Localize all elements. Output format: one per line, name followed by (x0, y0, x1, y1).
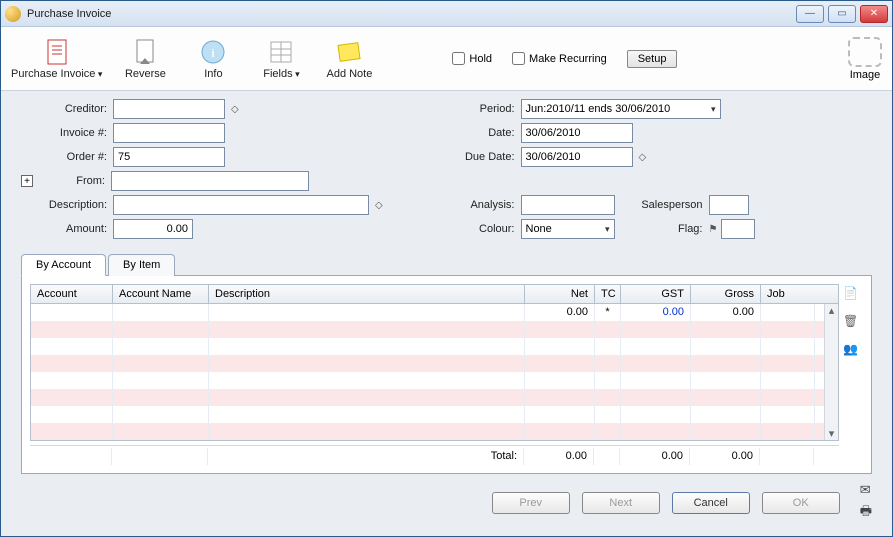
print-icon[interactable]: 🖶 (860, 502, 872, 524)
app-icon (5, 6, 21, 22)
tab-by-item[interactable]: By Item (108, 254, 175, 276)
footer: Prev Next Cancel OK ✉ 🖶 (1, 474, 892, 536)
creditor-lookup-icon[interactable]: ◇ (231, 104, 239, 115)
line-items-grid[interactable]: Account Account Name Description Net TC … (30, 284, 839, 465)
table-row[interactable]: 0.00 * 0.00 0.00 (31, 304, 824, 321)
delete-row-icon[interactable]: 🗑 (843, 314, 859, 330)
table-row[interactable] (31, 423, 824, 440)
window-title: Purchase Invoice (27, 8, 796, 20)
mail-icon[interactable]: ✉ (860, 482, 872, 498)
amount-input[interactable] (113, 219, 193, 239)
col-gst[interactable]: GST (621, 285, 691, 303)
table-row[interactable] (31, 389, 824, 406)
fields-button[interactable]: Fields (256, 38, 306, 80)
col-account-name[interactable]: Account Name (113, 285, 209, 303)
table-row[interactable] (31, 372, 824, 389)
colour-label: Colour: (447, 223, 521, 235)
svg-text:i: i (212, 48, 215, 60)
invoice-no-input[interactable] (113, 123, 225, 143)
creditor-input[interactable] (113, 99, 225, 119)
col-account[interactable]: Account (31, 285, 113, 303)
table-row[interactable] (31, 406, 824, 423)
from-label: From: (39, 175, 111, 187)
from-input[interactable] (111, 171, 309, 191)
table-row[interactable] (31, 321, 824, 338)
add-row-icon[interactable]: 📄 (843, 286, 859, 302)
description-label: Description: (21, 199, 113, 211)
order-no-label: Order #: (21, 151, 113, 163)
tab-by-account[interactable]: By Account (21, 254, 106, 276)
grid-scrollbar[interactable]: ▴▾ (824, 304, 838, 440)
date-input[interactable] (521, 123, 633, 143)
invoice-no-label: Invoice #: (21, 127, 113, 139)
image-icon (848, 37, 882, 67)
setup-button[interactable]: Setup (627, 50, 678, 68)
col-net[interactable]: Net (525, 285, 595, 303)
description-expand-icon[interactable]: ◇ (375, 200, 383, 211)
analysis-label: Analysis: (447, 199, 521, 211)
maximize-button[interactable]: ▭ (828, 5, 856, 23)
order-no-input[interactable] (113, 147, 225, 167)
due-date-lookup-icon[interactable]: ◇ (639, 152, 647, 163)
period-label: Period: (447, 103, 521, 115)
table-row[interactable] (31, 338, 824, 355)
date-label: Date: (447, 127, 521, 139)
assign-icon[interactable]: 👥 (843, 342, 859, 358)
col-job[interactable]: Job (761, 285, 815, 303)
note-icon (335, 38, 363, 66)
ok-button[interactable]: OK (762, 492, 840, 514)
form-area: Creditor: ◇ Period: Jun:2010/11 ends 30/… (1, 91, 892, 247)
minimize-button[interactable]: — (796, 5, 824, 23)
reverse-button[interactable]: Reverse (120, 38, 170, 80)
titlebar: Purchase Invoice — ▭ ✕ (1, 1, 892, 27)
reverse-icon (131, 38, 159, 66)
salesperson-label: Salesperson (615, 199, 709, 211)
col-description[interactable]: Description (209, 285, 525, 303)
close-button[interactable]: ✕ (860, 5, 888, 23)
grid-panel: Account Account Name Description Net TC … (21, 275, 872, 474)
table-row[interactable] (31, 355, 824, 372)
toolbar: Purchase Invoice Reverse i Info Fields A… (1, 27, 892, 91)
purchase-invoice-button[interactable]: Purchase Invoice (11, 38, 102, 80)
flag-label: Flag: (615, 223, 709, 235)
hold-checkbox[interactable]: Hold (452, 52, 492, 65)
description-input[interactable] (113, 195, 369, 215)
creditor-label: Creditor: (21, 103, 113, 115)
cancel-button[interactable]: Cancel (672, 492, 750, 514)
col-tc[interactable]: TC (595, 285, 621, 303)
info-icon: i (199, 38, 227, 66)
period-select[interactable]: Jun:2010/11 ends 30/06/2010▾ (521, 99, 721, 119)
analysis-input[interactable] (521, 195, 615, 215)
prev-button[interactable]: Prev (492, 492, 570, 514)
amount-label: Amount: (21, 223, 113, 235)
due-date-input[interactable] (521, 147, 633, 167)
colour-select[interactable]: None▾ (521, 219, 615, 239)
salesperson-input[interactable] (709, 195, 749, 215)
info-button[interactable]: i Info (188, 38, 238, 80)
due-date-label: Due Date: (447, 151, 521, 163)
totals-row: Total: 0.00 0.00 0.00 (30, 445, 839, 465)
purchase-invoice-window: Purchase Invoice — ▭ ✕ Purchase Invoice … (0, 0, 893, 537)
next-button[interactable]: Next (582, 492, 660, 514)
flag-icon: ⚑ (709, 224, 718, 235)
make-recurring-checkbox[interactable]: Make Recurring (512, 52, 607, 65)
tabs: By Account By Item (21, 253, 892, 275)
grid-header: Account Account Name Description Net TC … (30, 284, 839, 304)
flag-input[interactable] (721, 219, 755, 239)
col-gross[interactable]: Gross (691, 285, 761, 303)
fields-icon (267, 38, 295, 66)
invoice-icon (43, 38, 71, 66)
expand-from-button[interactable]: + (21, 175, 33, 187)
add-note-button[interactable]: Add Note (324, 38, 374, 80)
image-placeholder[interactable]: Image (848, 37, 882, 81)
